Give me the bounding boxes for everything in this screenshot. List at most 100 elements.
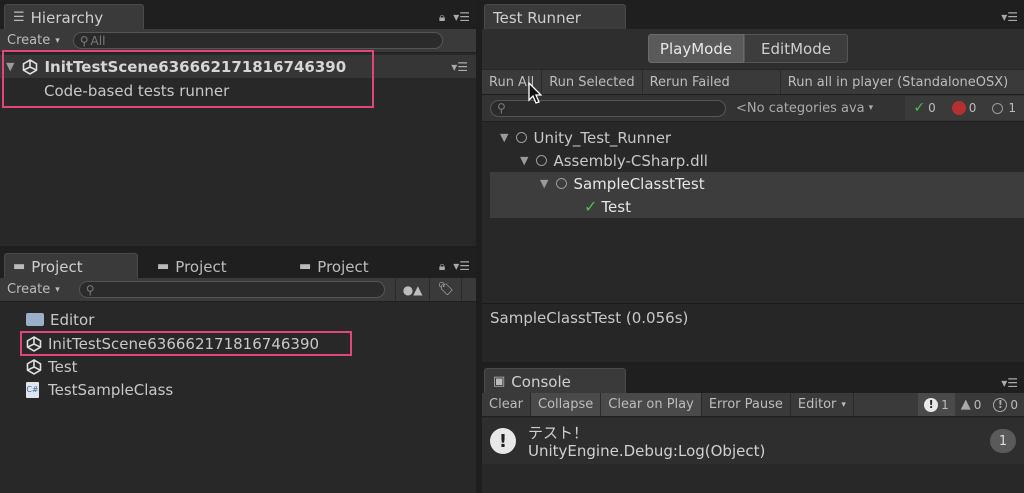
item-label: TestSampleClass <box>48 380 174 399</box>
run-in-player-button[interactable]: Run all in player (StandaloneOSX) <box>781 70 1015 94</box>
expand-triangle-icon[interactable]: ▼ <box>520 154 528 167</box>
list-item[interactable]: C# TestSampleClass <box>0 378 476 401</box>
project-tab-icons: 🔒︎ ▾☰ <box>439 259 470 274</box>
editmode-button[interactable]: EditMode <box>744 34 848 63</box>
passed-filter-toggle[interactable]: ✓ 0 <box>905 100 943 116</box>
test-result-text: SampleClasstTest (0.056s) <box>490 309 689 327</box>
filter-by-type-button[interactable]: ●▲ <box>394 278 431 301</box>
hierarchy-panel: ☰ Hierarchy 🔒︎ ▾☰ Create ▾ ⚲ All ▼ InitT… <box>0 0 476 246</box>
test-search[interactable]: ⚲ <box>490 99 726 117</box>
highlight-box <box>2 50 374 108</box>
create-dropdown[interactable]: Create ▾ <box>0 278 67 301</box>
console-tab-label: Console <box>511 372 571 391</box>
failed-filter-toggle[interactable]: 0 <box>944 101 985 115</box>
filter-by-label-button[interactable]: 🏷︎ <box>430 278 462 301</box>
mode-switch-area: PlayMode EditMode <box>482 29 1024 69</box>
item-label: Test <box>48 357 78 376</box>
clear-on-play-toggle[interactable]: Clear on Play <box>601 393 702 416</box>
console-entry[interactable]: ! テスト！ UnityEngine.Debug:Log(Object) 1 <box>482 418 1024 464</box>
editor-label: Editor <box>797 397 837 412</box>
categories-dropdown[interactable]: <No categories ava ▾ <box>736 101 873 116</box>
create-label: Create <box>7 282 51 297</box>
lock-icon[interactable]: 🔒︎ <box>439 259 445 274</box>
project-search[interactable]: ⚲ <box>78 281 385 298</box>
shapes-icon: ●▲ <box>402 282 423 297</box>
test-tree-item[interactable]: ▼ Unity_Test_Runner <box>482 126 1024 149</box>
csharp-script-icon: C# <box>26 381 39 398</box>
hierarchy-tabbar: ☰ Hierarchy 🔒︎ ▾☰ <box>0 0 476 30</box>
warning-count: 0 <box>973 397 982 412</box>
passed-count: 0 <box>928 101 936 115</box>
test-tree-item[interactable]: ▼ Assembly-CSharp.dll <box>482 149 1024 172</box>
folder-tab-icon: ▬ <box>157 259 170 274</box>
clear-label: Clear <box>489 397 523 412</box>
ignored-filter-toggle[interactable]: 1 <box>984 101 1024 115</box>
clear-on-play-label: Clear on Play <box>608 397 694 412</box>
error-filter-toggle[interactable]: ! 0 <box>987 393 1024 416</box>
test-runner-tab-icons: ▾☰ <box>1001 10 1018 24</box>
list-item[interactable]: Editor <box>0 308 476 331</box>
project-panel: ▬ Project ▬ Project ▬ Project 🔒︎ ▾☰ Crea… <box>0 249 476 493</box>
test-runner-toolbar: Run All Run Selected Rerun Failed Run al… <box>482 70 1024 95</box>
not-run-status-icon <box>556 178 568 189</box>
not-run-status-icon <box>536 155 548 166</box>
search-placeholder: All <box>90 33 106 48</box>
warning-filter-toggle[interactable]: ▲ 0 <box>955 393 988 416</box>
test-runner-tabbar: Test Runner ▾☰ <box>482 0 1024 30</box>
dropdown-arrow-icon: ▾ <box>868 103 874 113</box>
menu-icon[interactable]: ▾☰ <box>1001 10 1018 24</box>
folder-tab-icon: ▬ <box>13 259 26 274</box>
create-dropdown[interactable]: Create ▾ <box>0 29 67 52</box>
hierarchy-search[interactable]: ⚲ All <box>72 32 443 49</box>
tab-test-runner[interactable]: Test Runner <box>484 4 626 30</box>
test-tree-item[interactable]: ▼ SampleClasstTest <box>490 172 1024 195</box>
info-count: 1 <box>941 397 949 412</box>
playmode-button[interactable]: PlayMode <box>648 34 744 63</box>
highlight-box <box>20 331 352 356</box>
folder-icon <box>26 313 44 326</box>
clear-button[interactable]: Clear <box>482 393 531 416</box>
tab-console[interactable]: ▣ Console <box>484 368 626 394</box>
expand-triangle-icon[interactable]: ▼ <box>500 131 508 144</box>
tab-project-2[interactable]: ▬ Project <box>148 253 278 279</box>
check-icon: ✓ <box>584 197 598 216</box>
project-tabbar: ▬ Project ▬ Project ▬ Project 🔒︎ ▾☰ <box>0 249 476 279</box>
editmode-label: EditMode <box>761 39 831 58</box>
playmode-label: PlayMode <box>659 39 733 58</box>
test-runner-panel: Test Runner ▾☰ PlayMode EditMode Run All… <box>482 0 1024 362</box>
editor-dropdown[interactable]: Editor ▾ <box>791 393 854 416</box>
dropdown-arrow-icon: ▾ <box>841 399 846 410</box>
rerun-failed-button[interactable]: Rerun Failed <box>643 70 781 94</box>
collapse-label: Collapse <box>538 397 594 412</box>
run-selected-button[interactable]: Run Selected <box>542 70 643 94</box>
menu-icon[interactable]: ▾☰ <box>1001 376 1018 390</box>
list-item[interactable]: Test <box>0 355 476 378</box>
tab-project-3[interactable]: ▬ Project <box>290 253 420 279</box>
scene-menu-icon[interactable]: ▾☰ <box>451 60 468 74</box>
tab-hierarchy[interactable]: ☰ Hierarchy <box>4 4 144 30</box>
hierarchy-tab-label: Hierarchy <box>30 8 104 27</box>
tag-icon: 🏷︎ <box>437 282 454 297</box>
test-tree-label: SampleClasstTest <box>573 174 705 193</box>
collapse-count-badge: 1 <box>990 429 1016 453</box>
not-run-status-icon <box>516 132 528 143</box>
unity-scene-icon <box>26 358 42 375</box>
info-message-icon: ! <box>490 428 516 454</box>
menu-icon[interactable]: ▾☰ <box>453 259 470 274</box>
run-in-player-label: Run all in player (StandaloneOSX) <box>787 74 1009 90</box>
tab-project-1[interactable]: ▬ Project <box>4 253 138 279</box>
error-pause-toggle[interactable]: Error Pause <box>702 393 791 416</box>
search-icon: ⚲ <box>85 282 95 297</box>
console-tab-icons: ▾☰ <box>1001 376 1018 390</box>
ignored-icon <box>992 102 1004 114</box>
dropdown-arrow-icon: ▾ <box>55 284 60 295</box>
result-counters: ✓ 0 0 1 <box>905 96 1024 120</box>
menu-icon[interactable]: ▾☰ <box>453 10 470 25</box>
expand-triangle-icon[interactable]: ▼ <box>540 177 548 190</box>
test-tree-item[interactable]: ✓ Test <box>490 195 1024 218</box>
collapse-toggle[interactable]: Collapse <box>531 393 602 416</box>
info-filter-toggle[interactable]: ! 1 <box>918 393 955 416</box>
test-runner-tab-label: Test Runner <box>493 8 581 27</box>
test-tree-label: Unity_Test_Runner <box>533 128 672 147</box>
lock-icon[interactable]: 🔒︎ <box>439 10 445 25</box>
